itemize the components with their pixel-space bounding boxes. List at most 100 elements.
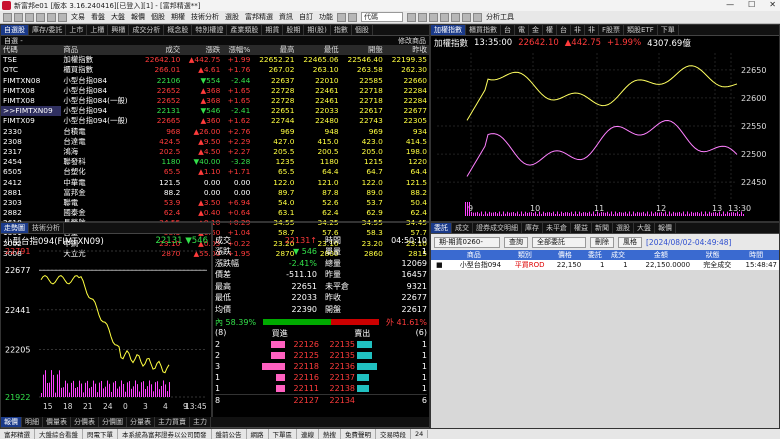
table-row[interactable]: 2412 中華電 121.5 0.00 0.00 122.0 121.0 122.0 121.5: [1, 177, 429, 187]
order-column-header[interactable]: [431, 250, 445, 260]
toolbar-icon[interactable]: [429, 12, 438, 22]
column-header[interactable]: 成交: [138, 45, 183, 56]
quote-tab[interactable]: 自選股: [1, 25, 29, 35]
table-row[interactable]: 2303 聯電 53.9 ▲3.50 +6.94 54.0 52.6 53.7 50.4: [1, 198, 429, 208]
status-item[interactable]: 網路: [247, 429, 269, 439]
quote-tab[interactable]: 特別權證: [192, 25, 228, 35]
order-tab[interactable]: 成交: [452, 223, 473, 233]
column-header[interactable]: 最高: [252, 45, 297, 56]
order-column-header[interactable]: 委託: [583, 250, 607, 260]
menu-item[interactable]: 文易: [68, 12, 88, 22]
order-row[interactable]: ■ 小型台指094 平買ROD 22,150 1 1 22,150.0000 完全成交 15:4…: [431, 260, 779, 270]
table-row[interactable]: TSE 加權指數 22642.10 ▲442.75 +1.99 22652.21 22465…: [1, 55, 429, 65]
book-row[interactable]: 2 22125 22135 1: [215, 350, 427, 361]
book-row[interactable]: 2 22126 22135 1: [215, 339, 427, 350]
quote-tab[interactable]: 股期: [283, 25, 305, 35]
menu-item[interactable]: 富邦精選: [242, 12, 276, 22]
menu-item[interactable]: 功能: [316, 12, 336, 22]
quote-tab[interactable]: 庫存/委託: [29, 25, 67, 35]
index-tab[interactable]: 非: [585, 25, 599, 35]
toolbar-icon[interactable]: [462, 12, 471, 22]
column-header[interactable]: 漲幅%: [222, 45, 253, 56]
detail-bottom-tab[interactable]: 分價圖: [99, 417, 127, 427]
toolbar-icon[interactable]: [47, 12, 56, 22]
status-item[interactable]: 下單區: [269, 429, 297, 439]
futures-trend-chart[interactable]: 227912267722441222052192215 18 21 24 0 3 4 913:…: [1, 247, 211, 417]
table-row[interactable]: 2308 台達電 424.5 ▲9.50 +2.29 427.0 415.0 423.0 414…: [1, 137, 429, 147]
order-tab[interactable]: 庫存: [522, 223, 543, 233]
table-row[interactable]: 2317 鴻海 202.5 ▲4.50 +2.27 205.5 200.5 205.0 198.…: [1, 147, 429, 157]
detail-bottom-tab[interactable]: 價量表: [43, 417, 71, 427]
quote-tab[interactable]: 期(股): [304, 25, 331, 35]
delete-button[interactable]: 刪除: [590, 236, 614, 248]
maximize-button[interactable]: ☐: [748, 0, 755, 9]
index-tab[interactable]: F股票: [599, 25, 625, 35]
column-header[interactable]: 代碼: [1, 45, 62, 56]
toolbar-icon[interactable]: [14, 12, 23, 22]
account-select[interactable]: 期-期貨0260-: [434, 236, 500, 248]
status-item[interactable]: 24: [411, 430, 429, 438]
toolbar-icon[interactable]: [440, 12, 449, 22]
quote-tab[interactable]: 興櫃: [108, 25, 130, 35]
status-item[interactable]: 免費聲明: [341, 429, 376, 439]
column-header[interactable]: 最低: [296, 45, 341, 56]
tab-technical-analysis[interactable]: 技術分析: [29, 223, 64, 233]
menu-analysis-tools[interactable]: 分析工具: [483, 12, 517, 22]
detail-bottom-tab[interactable]: 報價: [1, 417, 22, 427]
table-row[interactable]: FIMTX09 小型台指094(一般) 22665 ▲360 +1.62 22744 224…: [1, 116, 429, 126]
order-tab[interactable]: 未平倉: [543, 223, 571, 233]
order-tab[interactable]: 報價: [655, 223, 676, 233]
close-button[interactable]: ✕: [769, 0, 776, 9]
column-header[interactable]: 開盤: [340, 45, 385, 56]
quote-tab[interactable]: 成交分析: [129, 25, 165, 35]
detail-bottom-tab[interactable]: 分價表: [71, 417, 99, 427]
order-tab[interactable]: 證券成交明細: [473, 223, 522, 233]
index-tab[interactable]: 權: [543, 25, 557, 35]
column-header[interactable]: 漲跌: [182, 45, 223, 56]
table-row[interactable]: OTC 櫃買指數 266.01 ▲4.61 +1.76 267.02 263.10 263.5…: [1, 65, 429, 75]
watchlist-label[interactable]: 自選 -: [4, 36, 23, 45]
toolbar-icon[interactable]: [451, 12, 460, 22]
index-tab[interactable]: 櫃買指數: [466, 25, 501, 35]
tab-trend-chart[interactable]: 走勢圖: [1, 223, 29, 233]
menu-item[interactable]: 技術分析: [188, 12, 222, 22]
quote-tab[interactable]: 上市: [66, 25, 88, 35]
table-row[interactable]: FIMTX08 小型台指084(一般) 22652 ▲368 +1.65 22728 224…: [1, 96, 429, 106]
order-column-header[interactable]: 狀態: [692, 250, 734, 260]
order-cell-sel[interactable]: ■: [431, 260, 445, 270]
detail-bottom-tab[interactable]: 主力買賣: [155, 417, 190, 427]
order-filter-select[interactable]: 全部委託: [532, 236, 586, 248]
index-tab[interactable]: 下單: [658, 25, 679, 35]
quote-tab[interactable]: 指數: [331, 25, 352, 35]
book-row[interactable]: 1 22116 22137 1: [215, 372, 427, 383]
order-tab[interactable]: 大盤: [634, 223, 655, 233]
menu-item[interactable]: 看盤: [88, 12, 108, 22]
toolbar-icon[interactable]: [348, 12, 357, 22]
order-tab[interactable]: 權益: [571, 223, 592, 233]
toolbar-icon[interactable]: [418, 12, 427, 22]
order-column-header[interactable]: 金額: [629, 250, 693, 260]
menu-item[interactable]: 報價: [128, 12, 148, 22]
menu-item[interactable]: 選股: [222, 12, 242, 22]
status-item[interactable]: 本系統為富邦證券以公司開發: [118, 429, 212, 439]
status-item[interactable]: 大盤綜合看盤: [35, 429, 83, 439]
minimize-button[interactable]: —: [726, 0, 734, 9]
order-column-header[interactable]: 類別: [503, 250, 547, 260]
index-tab[interactable]: 加權指數: [431, 25, 466, 35]
toolbar-icon[interactable]: [36, 12, 45, 22]
quote-tab[interactable]: 上櫃: [87, 25, 109, 35]
order-tab[interactable]: 選股: [613, 223, 634, 233]
order-column-header[interactable]: 商品: [444, 250, 504, 260]
status-item[interactable]: 連線: [297, 429, 319, 439]
table-row[interactable]: 2882 國泰金 62.4 ▲0.40 +0.64 63.1 62.4 62.9 62.4: [1, 208, 429, 218]
status-item[interactable]: 熱搜: [319, 429, 341, 439]
toolbar-icon[interactable]: [473, 12, 482, 22]
menu-item[interactable]: 自訂: [296, 12, 316, 22]
index-tab[interactable]: 非: [571, 25, 585, 35]
query-button[interactable]: 查詢: [504, 236, 528, 248]
toolbar-icon[interactable]: [407, 12, 416, 22]
index-intraday-chart[interactable]: 22650226002255022500224509 10 11 12 13 13:30: [431, 49, 779, 221]
detail-bottom-tab[interactable]: 主力: [190, 417, 211, 427]
detail-bottom-tab[interactable]: 明細: [22, 417, 43, 427]
index-tab[interactable]: 電: [515, 25, 529, 35]
